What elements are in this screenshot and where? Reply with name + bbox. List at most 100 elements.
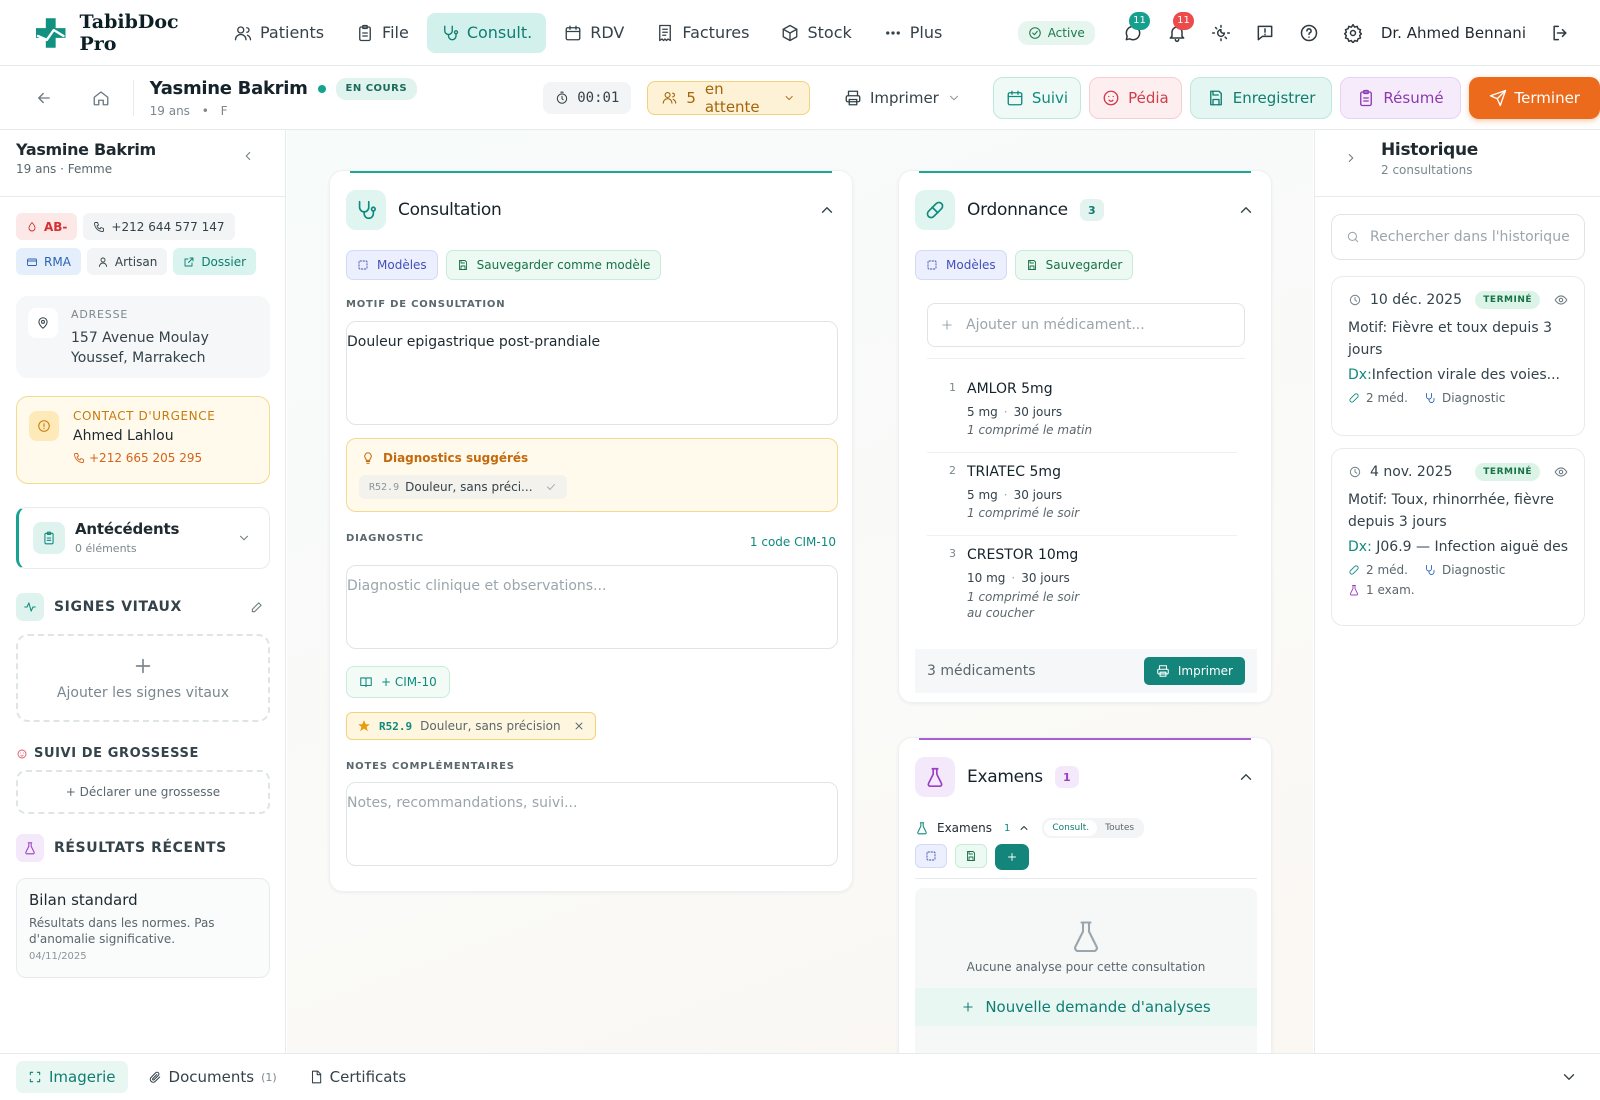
declare-pregnancy-button[interactable]: + Déclarer une grossesse [16, 770, 270, 814]
history-title: Historique [1381, 140, 1478, 160]
add-medication-input[interactable]: Ajouter un médicament... [927, 303, 1245, 347]
messages-button[interactable]: 11 [1111, 11, 1155, 53]
filter-consult[interactable]: Consult. [1044, 820, 1098, 836]
save-prescription-button[interactable]: Sauvegarder [1014, 250, 1134, 280]
chevron-up-icon[interactable] [818, 201, 836, 219]
new-analysis-request-button[interactable]: Nouvelle demande d'analyses [915, 988, 1257, 1026]
save-button[interactable]: Enregistrer [1189, 76, 1333, 119]
summary-label: Résumé [1383, 88, 1444, 107]
history-search-input[interactable]: Rechercher dans l'historique... [1331, 214, 1585, 260]
diagnostic-textarea[interactable]: Diagnostic clinique et observations... [346, 565, 838, 649]
chevron-up-icon[interactable] [1237, 201, 1255, 219]
app-logo[interactable]: TabibDoc Pro [34, 11, 220, 55]
save-prescription-label: Sauvegarder [1045, 258, 1123, 272]
nav-rdv[interactable]: RDV [550, 13, 638, 53]
nav-patients[interactable]: Patients [220, 13, 338, 53]
help-button[interactable] [1287, 13, 1331, 53]
exams-save-button[interactable] [955, 844, 987, 868]
save-as-model-button[interactable]: Sauvegarder comme modèle [445, 250, 662, 280]
phone-icon [74, 453, 84, 463]
nav-file[interactable]: File [342, 13, 423, 53]
nav-label: Consult. [466, 23, 533, 42]
phone-chip[interactable]: +212 644 577 147 [83, 213, 235, 240]
pedia-button[interactable]: Pédia [1089, 76, 1182, 119]
save-icon [1027, 260, 1036, 270]
patient-sidebar: Yasmine Bakrim 19 ans · Femme AB- +212 6… [0, 130, 286, 1053]
exams-header[interactable]: Examens 1 [899, 738, 1271, 816]
motif-textarea[interactable]: Douleur epigastrique post-prandiale [346, 321, 838, 425]
chevron-up-icon[interactable] [1018, 822, 1030, 834]
result-card[interactable]: Bilan standard Résultats dans les normes… [16, 878, 270, 978]
check-circle-icon [1028, 26, 1041, 39]
emergency-contact-card: CONTACT D'URGENCE Ahmed Lahlou +212 665 … [16, 396, 270, 484]
back-button[interactable] [26, 78, 62, 118]
feedback-button[interactable] [1243, 13, 1287, 53]
emergency-label: CONTACT D'URGENCE [73, 409, 216, 423]
models-button[interactable]: Modèles [346, 250, 438, 280]
consultation-card: Consultation Modèles Sauvegarder comme m… [329, 170, 853, 892]
nav-factures[interactable]: Factures [642, 13, 763, 53]
documents-count: (1) [261, 1070, 277, 1084]
home-button[interactable] [82, 78, 118, 118]
divider [0, 196, 285, 197]
patient-name: Yasmine Bakrim [149, 78, 308, 99]
finish-button[interactable]: Terminer [1468, 76, 1600, 119]
tab-certificates[interactable]: Certificats [297, 1061, 419, 1093]
print-prescription-button[interactable]: Imprimer [1143, 657, 1245, 685]
eye-icon[interactable] [1554, 293, 1568, 307]
tab-documents[interactable]: Documents (1) [136, 1061, 289, 1093]
settings-button[interactable] [1331, 13, 1375, 53]
med-name: CRESTOR 10mg [967, 547, 1079, 563]
dossier-chip[interactable]: Dossier [173, 248, 257, 275]
suivi-button[interactable]: Suivi [992, 76, 1082, 119]
eye-icon[interactable] [1554, 465, 1568, 479]
prescription-header[interactable]: Ordonnance 3 [899, 171, 1271, 249]
collapse-sidebar-button[interactable] [236, 144, 260, 168]
summary-button[interactable]: Résumé [1340, 76, 1461, 119]
doctor-name[interactable]: Dr. Ahmed Bennani [1381, 24, 1526, 42]
filter-all[interactable]: Toutes [1097, 820, 1142, 836]
notes-textarea[interactable]: Notes, recommandations, suivi... [346, 782, 838, 866]
exams-add-button[interactable] [995, 844, 1029, 870]
chevron-up-icon[interactable] [1237, 768, 1255, 786]
divider [1315, 196, 1600, 197]
print-dropdown[interactable]: Imprimer [832, 81, 973, 115]
history-entry[interactable]: 4 nov. 2025 TERMINÉ Motif: Toux, rhinorr… [1331, 448, 1585, 626]
paperclip-icon [149, 1071, 160, 1083]
vitals-title: SIGNES VITAUX [54, 599, 182, 615]
nav-label: Plus [909, 23, 943, 42]
collapse-history-button[interactable] [1337, 144, 1365, 172]
notifications-button[interactable]: 11 [1155, 11, 1199, 53]
baby-icon [1103, 90, 1119, 105]
models-button[interactable]: Modèles [915, 250, 1007, 280]
add-vitals-button[interactable]: Ajouter les signes vitaux [16, 634, 270, 722]
antecedents-section[interactable]: Antécédents 0 éléments [16, 507, 270, 569]
stethoscope-icon-wrap [346, 190, 386, 230]
theme-toggle-button[interactable] [1199, 13, 1243, 53]
consultation-header[interactable]: Consultation [330, 171, 852, 249]
emergency-phone[interactable]: +212 665 205 295 [73, 451, 202, 465]
package-icon [783, 24, 798, 41]
medication-row[interactable]: 1 AMLOR 5mg 5 mg · 30 jours 1 comprimé le … [927, 371, 1237, 453]
waiting-room-dropdown[interactable]: 5 en attente [647, 80, 810, 116]
suggested-diagnosis-chip[interactable]: R52.9 Douleur, sans préci... [359, 475, 567, 499]
diag-tag: Diagnostic [1441, 391, 1506, 405]
medication-row[interactable]: 2 TRIATEC 5mg 5 mg · 30 jours 1 comprimé l… [927, 454, 1237, 536]
nav-consult[interactable]: Consult. [426, 12, 547, 53]
pencil-icon[interactable] [250, 600, 264, 614]
medication-row[interactable]: 3 CRESTOR 10mg 10 mg · 30 jours 1 comprimé… [927, 537, 1237, 635]
tab-imaging[interactable]: Imagerie [16, 1061, 128, 1093]
nav-stock[interactable]: Stock [767, 13, 865, 53]
notifications-count: 11 [1173, 11, 1194, 30]
print-prescription-label: Imprimer [1177, 664, 1233, 678]
history-entry[interactable]: 10 déc. 2025 TERMINÉ Motif: Fièvre et to… [1331, 276, 1585, 436]
expand-bottom-panel-button[interactable] [1560, 1068, 1578, 1086]
nav-label: Stock [807, 23, 852, 42]
exams-models-button[interactable] [915, 844, 947, 868]
add-cim10-button[interactable]: + CIM-10 [346, 666, 450, 698]
logout-button[interactable] [1538, 13, 1582, 53]
logo-cross-icon [35, 17, 66, 48]
dx-text: J06.9 — Infection aiguë des... [1376, 539, 1568, 555]
close-icon[interactable] [573, 720, 585, 732]
nav-plus[interactable]: Plus [870, 13, 957, 53]
